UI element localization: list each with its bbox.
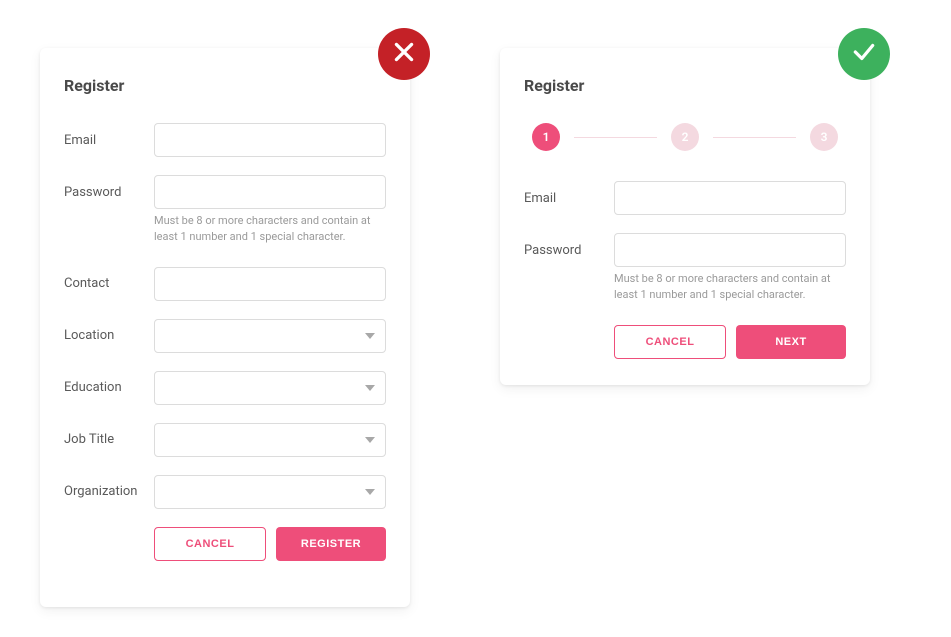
organization-row: Organization	[64, 475, 386, 509]
location-row: Location	[64, 319, 386, 353]
organization-select[interactable]	[154, 475, 386, 509]
step-1[interactable]: 1	[532, 123, 560, 151]
cancel-button[interactable]: CANCEL	[154, 527, 266, 561]
jobtitle-select[interactable]	[154, 423, 386, 457]
contact-field[interactable]	[154, 267, 386, 301]
organization-label: Organization	[64, 484, 154, 499]
chevron-down-icon	[365, 437, 375, 443]
password-row: Password	[64, 175, 386, 209]
email-field[interactable]	[154, 123, 386, 157]
location-label: Location	[64, 328, 154, 343]
email-field[interactable]	[614, 181, 846, 215]
register-panel-stepped: Register 1 2 3 Email Password Must be 8 …	[500, 48, 870, 385]
check-icon	[851, 39, 877, 69]
education-select[interactable]	[154, 371, 386, 405]
jobtitle-row: Job Title	[64, 423, 386, 457]
chevron-down-icon	[365, 385, 375, 391]
page-title: Register	[64, 76, 386, 95]
correct-badge	[838, 28, 890, 80]
location-select[interactable]	[154, 319, 386, 353]
stepper: 1 2 3	[524, 123, 846, 151]
chevron-down-icon	[365, 489, 375, 495]
close-icon	[391, 39, 417, 69]
register-button[interactable]: REGISTER	[276, 527, 386, 561]
step-line	[574, 137, 657, 138]
button-row: CANCEL NEXT	[524, 325, 846, 359]
password-field[interactable]	[614, 233, 846, 267]
chevron-down-icon	[365, 333, 375, 339]
password-hint: Must be 8 or more characters and contain…	[614, 271, 846, 303]
email-label: Email	[64, 133, 154, 148]
education-row: Education	[64, 371, 386, 405]
email-row: Email	[64, 123, 386, 157]
password-row: Password	[524, 233, 846, 267]
email-row: Email	[524, 181, 846, 215]
password-label: Password	[524, 243, 614, 258]
register-panel-long: Register Email Password Must be 8 or mor…	[40, 48, 410, 607]
step-2[interactable]: 2	[671, 123, 699, 151]
contact-label: Contact	[64, 276, 154, 291]
password-label: Password	[64, 185, 154, 200]
contact-row: Contact	[64, 267, 386, 301]
email-label: Email	[524, 191, 614, 206]
password-hint-row: Must be 8 or more characters and contain…	[524, 271, 846, 303]
password-field[interactable]	[154, 175, 386, 209]
page-title: Register	[524, 76, 846, 95]
button-row: CANCEL REGISTER	[64, 527, 386, 561]
wrong-badge	[378, 28, 430, 80]
next-button[interactable]: NEXT	[736, 325, 846, 359]
password-hint-row: Must be 8 or more characters and contain…	[64, 213, 386, 245]
cancel-button[interactable]: CANCEL	[614, 325, 726, 359]
education-label: Education	[64, 380, 154, 395]
step-3[interactable]: 3	[810, 123, 838, 151]
jobtitle-label: Job Title	[64, 432, 154, 447]
step-line	[713, 137, 796, 138]
password-hint: Must be 8 or more characters and contain…	[154, 213, 386, 245]
